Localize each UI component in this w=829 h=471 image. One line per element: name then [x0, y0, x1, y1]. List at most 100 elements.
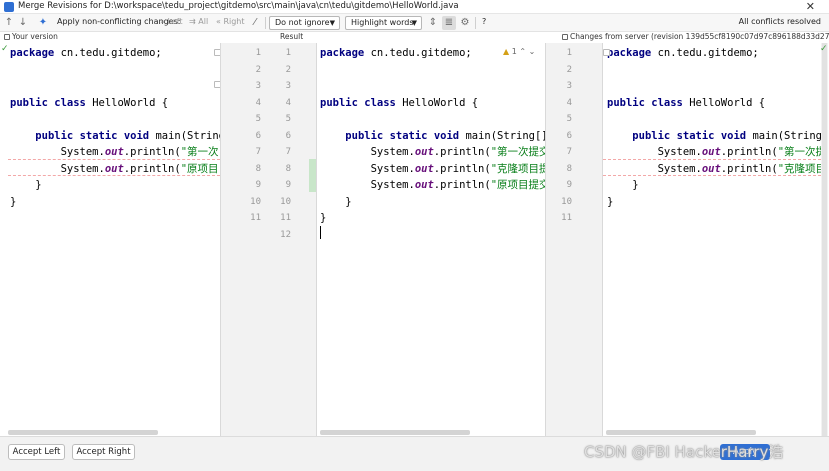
- result-editor-pane[interactable]: package cn.tedu.gitdemo; public class Hel…: [317, 43, 545, 436]
- chevron-down-icon: ▼: [329, 19, 335, 27]
- line-number: 6: [285, 130, 291, 141]
- result-code-line[interactable]: public class HelloWorld {: [320, 95, 478, 111]
- watermark: CSDN @FBI HackerHarry浩: [584, 443, 784, 461]
- left-pane-header-label: Your version: [12, 32, 58, 41]
- app-icon: [4, 2, 14, 12]
- line-number: 2: [566, 64, 572, 75]
- left-code-line[interactable]: public static void main(String: [10, 128, 220, 144]
- left-code-line[interactable]: }: [10, 177, 41, 193]
- result-change-bar: [309, 159, 316, 192]
- pane-headers: Your version Result Changes from server …: [0, 32, 829, 43]
- result-code-line[interactable]: System.out.println("第一次提交: [320, 144, 545, 160]
- left-code-line[interactable]: }: [10, 194, 16, 210]
- magic-resolve-icon[interactable]: ✦: [36, 16, 50, 30]
- right-code-line[interactable]: public static void main(String[]: [607, 128, 821, 144]
- accept-right-button[interactable]: Accept Right: [72, 444, 135, 460]
- result-pane-header: Result: [280, 32, 304, 41]
- result-code-line[interactable]: System.out.println("克隆项目提: [320, 161, 545, 177]
- line-number: 5: [566, 114, 572, 124]
- right-pane-header-label: Changes from server (revision 139d55cf81…: [570, 32, 829, 41]
- line-number: 8: [255, 163, 261, 174]
- left-pane-header: Your version: [4, 32, 58, 41]
- lock-icon: [4, 34, 10, 40]
- change-marker-line: [8, 175, 220, 176]
- right-editor-pane[interactable]: package cn.tedu.gitdemo; public class Hel…: [603, 43, 821, 436]
- text-caret: [320, 226, 321, 239]
- result-code-line[interactable]: }: [320, 210, 326, 226]
- result-line-gutter: 1 2 3 4 5 6 7 8 9 10 11 12: [271, 43, 316, 436]
- left-horizontal-scrollbar[interactable]: [8, 430, 158, 435]
- right-pane-header: Changes from server (revision 139d55cf81…: [562, 32, 829, 41]
- toolbar-separator: [265, 17, 266, 29]
- scrollbar-thumb[interactable]: [822, 43, 827, 436]
- right-code-line[interactable]: }: [607, 177, 638, 193]
- accept-left-button[interactable]: Accept Left: [8, 444, 65, 460]
- line-number: 10: [280, 196, 291, 207]
- warning-icon: ▲: [503, 47, 510, 56]
- right-code-line[interactable]: System.out.println("第一次提: [607, 144, 821, 160]
- lock-icon: [562, 34, 568, 40]
- vertical-scrollbar[interactable]: [821, 43, 828, 436]
- line-number: 1: [255, 48, 261, 58]
- result-code-line[interactable]: public static void main(String[]: [320, 128, 545, 144]
- apply-right-label: Right: [223, 17, 245, 26]
- conflict-counter[interactable]: ▲ 1 ⌃ ⌄: [503, 47, 535, 56]
- apply-right-button[interactable]: « Right: [216, 17, 245, 26]
- line-number: 5: [285, 114, 291, 124]
- result-code-line[interactable]: }: [320, 194, 351, 210]
- chevron-down-icon[interactable]: ⌄: [529, 47, 536, 56]
- collapse-unchanged-icon[interactable]: ⇕: [426, 16, 440, 30]
- apply-all-button[interactable]: ⇉ All: [189, 17, 208, 26]
- chevron-up-icon[interactable]: ⌃: [519, 47, 526, 56]
- result-code-line[interactable]: System.out.println("原项目提交: [320, 177, 545, 193]
- change-marker-line: [603, 175, 821, 176]
- left-editor-pane[interactable]: package cn.tedu.gitdemo; public class Hel…: [0, 43, 220, 436]
- line-number: 4: [285, 97, 291, 108]
- line-number: 9: [566, 180, 572, 190]
- line-number: 10: [561, 196, 572, 207]
- window-title: Merge Revisions for D:\workspace\tedu_pr…: [18, 1, 459, 11]
- line-number: 3: [255, 81, 261, 91]
- right-line-gutter: 1 2 3 4 5 6 7 8 9 10 11: [546, 43, 602, 436]
- line-number: 9: [285, 180, 291, 190]
- ignore-whitespace-select[interactable]: Do not ignore ▼: [269, 16, 340, 30]
- magic-wand-icon[interactable]: ⁄: [248, 16, 262, 30]
- fold-icon[interactable]: [603, 49, 610, 56]
- line-number: 6: [566, 130, 572, 141]
- line-number: 11: [280, 213, 291, 223]
- window-titlebar: Merge Revisions for D:\workspace\tedu_pr…: [0, 0, 829, 14]
- right-code-line[interactable]: package cn.tedu.gitdemo;: [607, 45, 759, 61]
- result-horizontal-scrollbar[interactable]: [320, 430, 470, 435]
- left-line-gutter: 1 2 3 4 5 6 7 8 9 10 11: [221, 43, 271, 436]
- line-number: 7: [255, 147, 261, 157]
- right-code-line[interactable]: }: [607, 194, 613, 210]
- line-number: 9: [255, 180, 261, 190]
- right-code-line[interactable]: public class HelloWorld {: [607, 95, 765, 111]
- line-number: 11: [250, 213, 261, 223]
- line-number: 6: [255, 130, 261, 141]
- left-code-line[interactable]: package cn.tedu.gitdemo;: [10, 45, 162, 61]
- apply-left-button[interactable]: » Left: [160, 17, 183, 26]
- result-code-line[interactable]: package cn.tedu.gitdemo;: [320, 45, 472, 61]
- settings-gear-icon[interactable]: ⚙: [458, 16, 472, 30]
- line-number: 2: [255, 64, 261, 75]
- close-icon[interactable]: ✕: [806, 0, 815, 13]
- line-number: 11: [561, 213, 572, 223]
- resolved-check-icon: ✓: [820, 44, 828, 54]
- line-number: 1: [566, 48, 572, 58]
- toolbar-separator: [475, 17, 476, 29]
- highlight-mode-value: Highlight words: [351, 18, 414, 27]
- ignore-whitespace-value: Do not ignore: [275, 18, 330, 27]
- right-horizontal-scrollbar[interactable]: [606, 430, 756, 435]
- line-number: 7: [285, 147, 291, 157]
- prev-change-icon[interactable]: ↑: [2, 16, 16, 30]
- sync-scroll-icon[interactable]: ≣: [442, 16, 456, 30]
- change-marker-line: [8, 159, 220, 160]
- left-code-line[interactable]: System.out.println("第一次: [10, 144, 219, 160]
- line-number: 4: [566, 97, 572, 108]
- highlight-mode-select[interactable]: Highlight words ▼: [345, 16, 422, 30]
- left-code-line[interactable]: public class HelloWorld {: [10, 95, 168, 111]
- help-button[interactable]: ?: [482, 17, 486, 26]
- next-change-icon[interactable]: ↓: [16, 16, 30, 30]
- line-number: 10: [250, 196, 261, 207]
